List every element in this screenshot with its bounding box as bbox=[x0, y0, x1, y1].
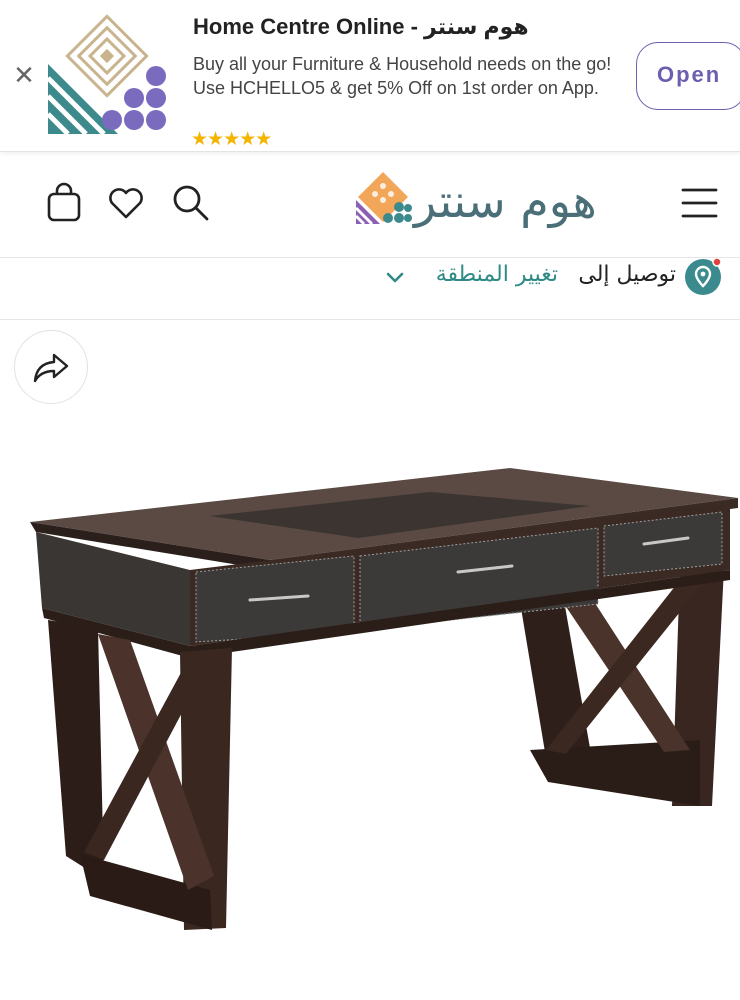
deliver-to-label: توصيل إلى bbox=[578, 262, 676, 287]
product-image[interactable] bbox=[0, 420, 740, 1000]
delivery-location-bar[interactable]: توصيل إلى تغيير المنطقة bbox=[0, 258, 740, 320]
site-logo-mark bbox=[354, 172, 412, 226]
chevron-down-icon[interactable] bbox=[384, 266, 406, 288]
app-logo bbox=[46, 14, 166, 134]
banner-description: Buy all your Furniture & Household needs… bbox=[193, 54, 612, 98]
share-icon bbox=[33, 353, 69, 383]
app-install-banner: ✕ Home Centre Online - هوم سنتر Buy all … bbox=[0, 0, 740, 152]
search-icon[interactable] bbox=[170, 182, 210, 222]
location-pin-icon bbox=[685, 258, 722, 295]
menu-icon[interactable] bbox=[680, 184, 720, 224]
site-logo[interactable]: هوم سنتر bbox=[354, 170, 644, 240]
open-app-button[interactable]: Open bbox=[636, 42, 740, 110]
site-logo-text: هوم سنتر bbox=[414, 174, 597, 228]
share-button[interactable] bbox=[14, 330, 88, 404]
close-banner-button[interactable]: ✕ bbox=[10, 62, 38, 90]
site-header: هوم سنتر bbox=[0, 152, 740, 258]
banner-title: Home Centre Online - هوم سنتر bbox=[193, 14, 529, 39]
bag-icon[interactable] bbox=[44, 182, 84, 222]
heart-icon[interactable] bbox=[106, 182, 146, 222]
desk-leg-left bbox=[48, 620, 232, 930]
change-region-link[interactable]: تغيير المنطقة bbox=[436, 262, 558, 287]
rating-stars: ★★★★★ bbox=[191, 128, 272, 150]
